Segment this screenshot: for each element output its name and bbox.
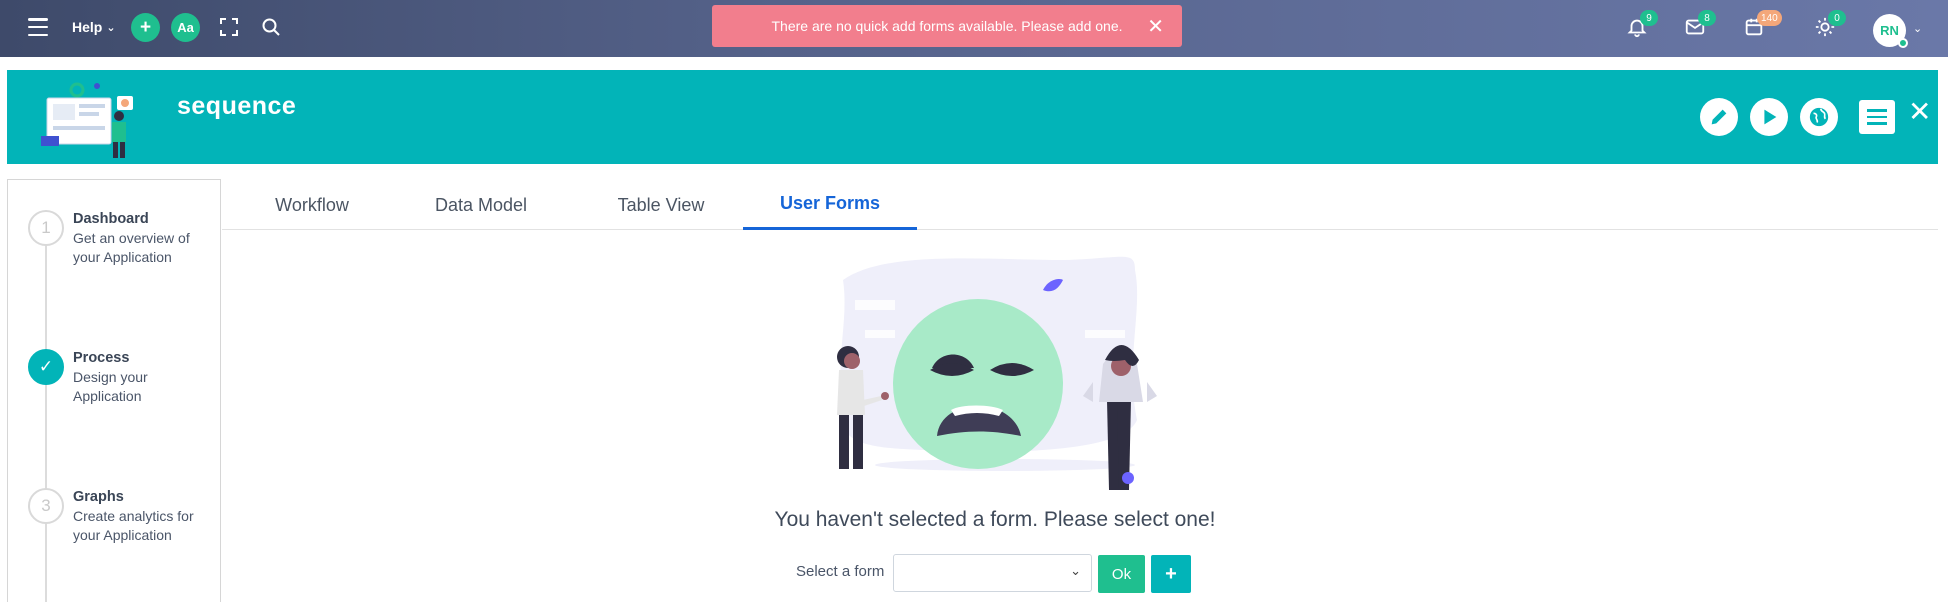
edit-button[interactable]: [1700, 98, 1738, 136]
quick-add-button[interactable]: +: [131, 13, 160, 42]
help-dropdown[interactable]: Help ⌄: [72, 16, 116, 38]
globe-icon: [1809, 107, 1829, 127]
stepper-line: [45, 228, 47, 602]
step-title: Dashboard: [73, 211, 149, 227]
close-icon[interactable]: ✕: [1908, 98, 1931, 126]
step-description: Create analytics for your Application: [73, 508, 194, 543]
run-button[interactable]: [1750, 98, 1788, 136]
empty-state-message: You haven't selected a form. Please sele…: [774, 508, 1216, 531]
app-header-band: sequence ✕: [7, 70, 1938, 164]
step-title: Process: [73, 350, 130, 366]
fullscreen-icon[interactable]: [218, 16, 240, 38]
tab-data-model[interactable]: Data Model: [408, 180, 554, 230]
step-description: Design your Application: [73, 369, 148, 404]
pencil-icon: [1711, 109, 1727, 125]
play-icon: [1764, 109, 1777, 125]
theme-sun-icon[interactable]: 0: [1814, 10, 1846, 40]
header-menu-button[interactable]: [1859, 100, 1895, 134]
step-title: Graphs: [73, 489, 124, 505]
theme-badge: 0: [1828, 10, 1846, 26]
notifications-bell-icon[interactable]: 9: [1626, 10, 1658, 40]
publish-button[interactable]: [1800, 98, 1838, 136]
step-number: 3: [28, 488, 64, 524]
check-icon: ✓: [28, 349, 64, 385]
select-form-label: Select a form: [796, 563, 885, 580]
alert-close-button[interactable]: ✕: [1147, 14, 1164, 39]
online-status-dot: [1898, 38, 1908, 48]
designer-tabs: Workflow Data Model Table View User Form…: [222, 180, 1938, 230]
add-form-button[interactable]: +: [1151, 555, 1191, 593]
messages-badge: 8: [1698, 10, 1716, 26]
app-stepper: 1 Dashboard Get an overview of your Appl…: [7, 179, 221, 602]
chevron-down-icon: ⌄: [1070, 563, 1081, 578]
app-illustration-icon: [41, 82, 133, 158]
font-size-button[interactable]: Aa: [171, 13, 200, 42]
tab-table-view[interactable]: Table View: [588, 180, 734, 230]
tab-user-forms[interactable]: User Forms: [743, 180, 917, 230]
notifications-badge: 9: [1640, 10, 1658, 26]
app-title: sequence: [177, 92, 297, 120]
calendar-badge: 140: [1757, 10, 1782, 26]
ok-button[interactable]: Ok: [1098, 555, 1145, 593]
help-label: Help: [72, 19, 103, 35]
search-icon[interactable]: [260, 16, 282, 38]
sad-face-illustration: [837, 256, 1157, 490]
form-select[interactable]: ⌄: [893, 554, 1092, 592]
alert-text: There are no quick add forms available. …: [771, 18, 1123, 34]
calendar-icon[interactable]: 140: [1743, 10, 1782, 40]
alert-banner: There are no quick add forms available. …: [712, 5, 1182, 47]
chevron-down-icon[interactable]: ⌄: [1913, 22, 1922, 35]
chevron-down-icon: ⌄: [106, 21, 116, 34]
top-navbar: Help ⌄ + Aa There are no quick add forms…: [0, 0, 1948, 57]
step-description: Get an overview of your Application: [73, 230, 190, 265]
messages-envelope-icon[interactable]: 8: [1684, 10, 1716, 40]
step-number: 1: [28, 210, 64, 246]
tab-workflow[interactable]: Workflow: [252, 180, 372, 230]
hamburger-menu-icon[interactable]: [26, 16, 50, 38]
